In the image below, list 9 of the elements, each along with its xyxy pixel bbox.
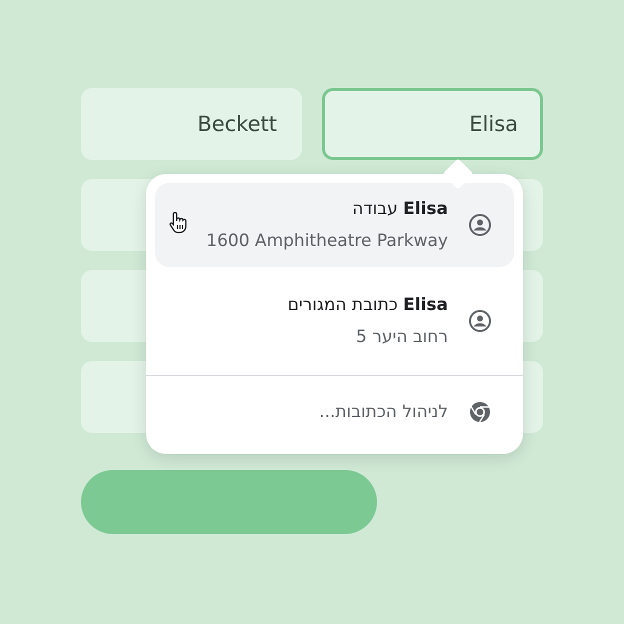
- manage-addresses-label: לניהול הכתובות...: [318, 402, 448, 422]
- browser-logo-icon: [468, 400, 492, 424]
- text-field[interactable]: Elisa: [322, 88, 543, 160]
- autofill-item[interactable]: לניהול הכתובות...: [155, 382, 514, 442]
- text-field[interactable]: Beckett: [81, 88, 302, 160]
- person-icon: [468, 213, 492, 237]
- address-line: 1600 Amphitheatre Parkway: [205, 231, 448, 251]
- person-icon: [468, 309, 492, 333]
- address-line: רחוב היער 5: [355, 327, 448, 347]
